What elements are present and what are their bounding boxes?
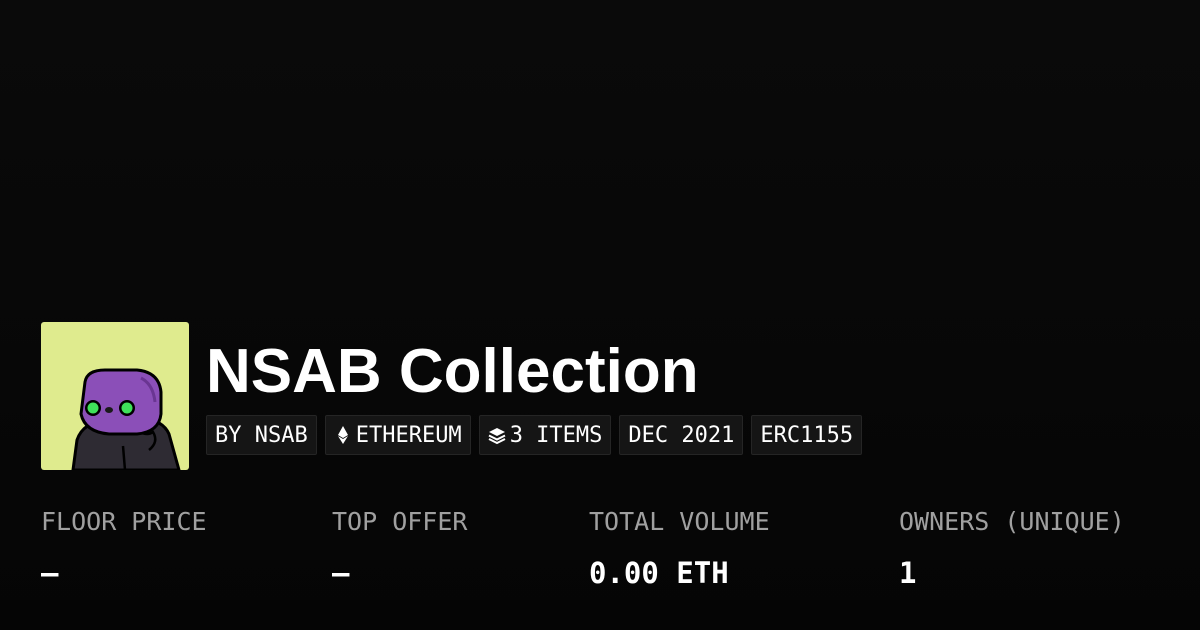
avatar-illustration — [41, 322, 189, 470]
floor-price-stat: FLOOR PRICE – — [41, 506, 207, 590]
floor-price-label: FLOOR PRICE — [41, 507, 207, 536]
total-volume-stat: TOTAL VOLUME 0.00 ETH — [589, 506, 770, 590]
created-date-tag: DEC 2021 — [619, 415, 744, 455]
total-volume-label: TOTAL VOLUME — [589, 507, 770, 536]
items-count-tag-label: 3 ITEMS — [509, 422, 603, 448]
collection-title: NSAB Collection — [206, 337, 699, 406]
collection-card: NSAB Collection BY NSAB ETHEREUM 3 ITEMS… — [0, 0, 1200, 630]
items-count-tag[interactable]: 3 ITEMS — [478, 415, 612, 455]
avatar-nose — [105, 407, 113, 413]
owners-value: 1 — [899, 556, 917, 590]
top-offer-stat: TOP OFFER – — [332, 506, 467, 590]
owners-label: OWNERS (UNIQUE) — [899, 507, 1125, 536]
creator-tag[interactable]: BY NSAB — [206, 415, 317, 455]
layers-icon — [488, 425, 506, 445]
token-standard-tag-label: ERC1155 — [760, 422, 854, 448]
chain-tag-label: ETHEREUM — [355, 422, 462, 448]
floor-price-value: – — [41, 556, 59, 590]
avatar-left-eye — [87, 402, 99, 414]
collection-avatar — [41, 322, 189, 470]
chain-tag[interactable]: ETHEREUM — [324, 415, 471, 455]
creator-tag-label: BY NSAB — [215, 422, 308, 448]
collection-tags: BY NSAB ETHEREUM 3 ITEMS DEC 2021 ERC115… — [206, 415, 863, 455]
top-offer-value: – — [332, 556, 350, 590]
created-date-tag-label: DEC 2021 — [628, 422, 735, 448]
top-offer-label: TOP OFFER — [332, 507, 468, 536]
avatar-right-eye — [121, 402, 133, 414]
ethereum-icon — [334, 425, 352, 445]
total-volume-value: 0.00 ETH — [589, 556, 729, 590]
token-standard-tag: ERC1155 — [751, 415, 863, 455]
owners-stat: OWNERS (UNIQUE) 1 — [899, 506, 1125, 590]
